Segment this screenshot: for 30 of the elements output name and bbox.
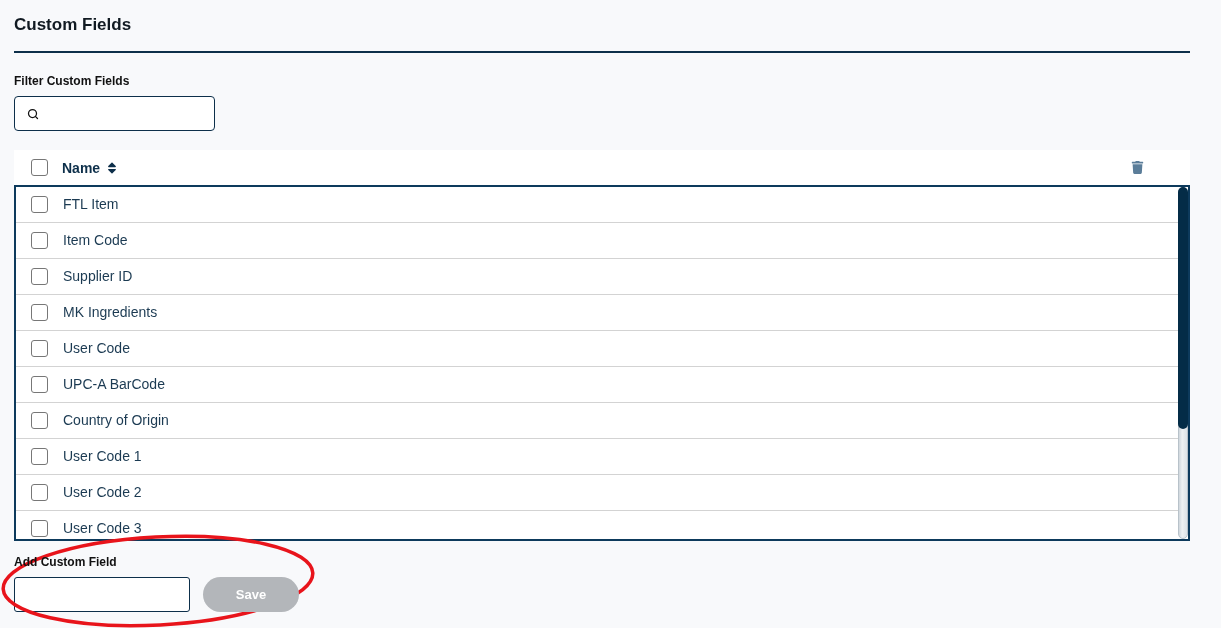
checkbox[interactable] — [31, 484, 48, 501]
field-name: MK Ingredients — [63, 305, 158, 320]
checkbox[interactable] — [31, 376, 48, 393]
column-header[interactable]: Name — [62, 159, 120, 176]
field-name: Item Code — [63, 233, 128, 248]
search-field[interactable] — [14, 96, 215, 131]
checkbox[interactable] — [31, 340, 48, 357]
filter-label: Filter Custom Fields — [14, 73, 130, 89]
field-name: User Code — [63, 341, 130, 356]
checkbox[interactable] — [31, 304, 48, 321]
trash-icon[interactable] — [1131, 161, 1144, 174]
field-name: Supplier ID — [63, 269, 133, 284]
checkbox[interactable] — [31, 520, 48, 537]
field-name: Country of Origin — [63, 413, 169, 428]
checkbox[interactable] — [31, 196, 48, 213]
custom-field-input[interactable] — [14, 577, 190, 612]
checkbox[interactable] — [31, 448, 48, 465]
checkbox[interactable] — [31, 232, 48, 249]
field-name: User Code 2 — [63, 485, 142, 500]
field-name: UPC-A BarCode — [63, 377, 165, 392]
scrollbar[interactable] — [1178, 187, 1188, 539]
page-title: Custom Fields — [14, 14, 132, 36]
checkbox[interactable] — [31, 412, 48, 429]
field-name: FTL Item — [63, 197, 119, 212]
scrollbar-thumb[interactable] — [1178, 187, 1188, 429]
field-name: User Code 1 — [63, 449, 142, 464]
search-icon — [27, 107, 39, 120]
checkbox[interactable] — [31, 268, 48, 285]
field-name: User Code 3 — [63, 521, 142, 536]
checkbox[interactable] — [31, 159, 48, 176]
